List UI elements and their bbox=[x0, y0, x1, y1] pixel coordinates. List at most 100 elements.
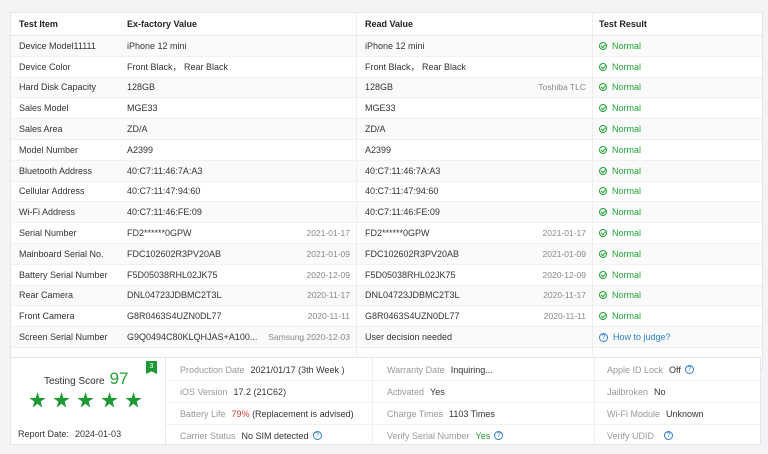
score-panel: Testing Score 97 3 Report Date: 2024-01-0… bbox=[11, 358, 166, 446]
activated-label: Activated bbox=[387, 386, 425, 397]
ex-factory-cell-text: F5D05038RHL02JK75 bbox=[127, 269, 218, 280]
check-circle-icon bbox=[599, 270, 607, 279]
table-row: Screen Serial Number G9Q0494C80KLQHJAS+A1… bbox=[11, 327, 762, 348]
ex-factory-cell-text: iPhone 12 mini bbox=[127, 40, 187, 51]
table-header: Test Item Ex-factory Value Read Value Te… bbox=[11, 13, 762, 36]
read-value-sub: 2021-01-09 bbox=[542, 248, 586, 259]
result-normal: Normal bbox=[599, 207, 641, 217]
read-value-cell-text: FDC102602R3PV20AB bbox=[365, 248, 460, 259]
test-item-cell: Front Camera bbox=[11, 306, 119, 326]
ex-factory-cell-text: G9Q0494C80KLQHJAS+A100... bbox=[127, 332, 258, 343]
test-item-cell-text: Front Camera bbox=[19, 311, 75, 322]
ex-factory-sub: 2020-11-17 bbox=[307, 290, 350, 301]
read-value-cell: FDC102602R3PV20AB 2021-01-09 bbox=[356, 243, 592, 264]
table-row: Serial Number FD2******0GPW 2021-01-17 FD2*… bbox=[11, 223, 762, 244]
table-row: Device Color Front Black， Rear Black Front… bbox=[11, 56, 762, 78]
table-row: Mainboard Serial No. FDC102602R3PV20AB 202… bbox=[11, 243, 762, 265]
jailbroken: Jailbroken No bbox=[607, 381, 666, 402]
ex-factory-cell-text: FD2******0GPW bbox=[127, 228, 192, 239]
result-text: Normal bbox=[612, 290, 642, 301]
header-ex-factory-value: Ex-factory Value bbox=[127, 19, 198, 29]
ex-factory-cell: F5D05038RHL02JK75 2020-12-09 bbox=[119, 265, 356, 285]
test-result-cell: Normal bbox=[592, 306, 762, 327]
test-result-cell[interactable]: ? How to judge? bbox=[592, 327, 762, 347]
ex-factory-cell: ZD/A bbox=[119, 119, 356, 139]
check-circle-icon bbox=[599, 312, 607, 321]
how-to-judge-link[interactable]: ? How to judge? bbox=[599, 332, 671, 342]
ex-factory-cell: MGE33 bbox=[119, 98, 356, 118]
result-normal: Normal bbox=[599, 145, 641, 155]
result-text: Normal bbox=[612, 269, 642, 280]
carrier-status-label: Carrier Status bbox=[180, 430, 236, 441]
test-item-cell-text: Rear Camera bbox=[19, 290, 74, 301]
verify-serial-help-icon[interactable]: ? bbox=[494, 431, 504, 440]
table-row: Device Model11111 iPhone 12 mini iPhone 12… bbox=[11, 36, 762, 57]
test-item-cell-text: Device Model11111 bbox=[19, 40, 96, 51]
activated-value: Yes bbox=[430, 386, 445, 397]
read-value-cell: User decision needed bbox=[356, 327, 592, 347]
test-item-cell-text: Cellular Address bbox=[19, 186, 85, 197]
read-value-cell: 40:C7:11:46:FE:09 bbox=[356, 202, 592, 223]
battery-life-label: Battery Life bbox=[180, 408, 226, 419]
check-circle-icon bbox=[599, 229, 607, 238]
read-value-cell-text: DNL04723JDBMC2T3L bbox=[365, 290, 460, 301]
production-date-label: Production Date bbox=[180, 364, 245, 375]
star-icon bbox=[101, 392, 118, 408]
ex-factory-cell: G9Q0494C80KLQHJAS+A100... Samsung 2020-12… bbox=[119, 327, 356, 347]
table-row: Front Camera G8R0463S4UZN0DL77 2020-11-11 G… bbox=[11, 306, 762, 328]
jailbroken-label: Jailbroken bbox=[607, 386, 649, 397]
read-value-cell-text: iPhone 12 mini bbox=[365, 40, 425, 51]
result-normal: Normal bbox=[599, 62, 641, 72]
star-icon bbox=[29, 392, 46, 408]
ex-factory-cell: 40:C7:11:46:FE:09 bbox=[119, 202, 356, 222]
carrier-status-value: No SIM detected bbox=[241, 430, 309, 441]
table-row: Bluetooth Address 40:C7:11:46:7A:A3 40:C7:… bbox=[11, 160, 762, 182]
result-normal: Normal bbox=[599, 311, 641, 321]
device-test-table: Test Item Ex-factory Value Read Value Te… bbox=[10, 12, 763, 370]
star-icon bbox=[53, 392, 70, 408]
check-circle-icon bbox=[599, 83, 607, 92]
battery-life-percent: 79% bbox=[231, 408, 250, 419]
ex-factory-sub: Samsung 2020-12-03 bbox=[268, 332, 350, 343]
carrier-help-icon[interactable]: ? bbox=[312, 431, 322, 440]
result-normal: Normal bbox=[599, 270, 641, 280]
check-circle-icon bbox=[599, 249, 607, 258]
jailbroken-value: No bbox=[654, 386, 666, 397]
result-normal: Normal bbox=[599, 186, 641, 196]
test-result-cell: Normal bbox=[592, 77, 762, 98]
ex-factory-cell-text: 128GB bbox=[127, 82, 156, 93]
ex-factory-sub: 2021-01-17 bbox=[306, 228, 350, 239]
result-text: Normal bbox=[612, 82, 642, 93]
ex-factory-cell-text: FDC102602R3PV20AB bbox=[127, 248, 222, 259]
test-item-cell-text: Battery Serial Number bbox=[19, 269, 108, 280]
ex-factory-cell: G8R0463S4UZN0DL77 2020-11-11 bbox=[119, 306, 356, 326]
table-row: Cellular Address 40:C7:11:47:94:60 40:C7:1… bbox=[11, 181, 762, 203]
ex-factory-cell: A2399 bbox=[119, 140, 356, 160]
result-text: Normal bbox=[612, 186, 642, 197]
carrier-status: Carrier Status No SIM detected ? bbox=[180, 425, 322, 446]
test-result-cell: Normal bbox=[592, 223, 762, 243]
result-text: Normal bbox=[612, 61, 642, 72]
test-item-cell-text: Hard Disk Capacity bbox=[19, 82, 97, 93]
result-text: Normal bbox=[612, 124, 642, 135]
wifi-module: Wi-Fi Module Unknown bbox=[607, 403, 704, 424]
header-test-item: Test Item bbox=[19, 19, 58, 29]
verify-udid: Verify UDID ? bbox=[607, 425, 674, 446]
test-item-cell: Bluetooth Address bbox=[11, 161, 119, 181]
apple-id-help-icon[interactable]: ? bbox=[684, 365, 694, 374]
ex-factory-sub: 2020-11-11 bbox=[307, 311, 350, 322]
verify-udid-help-icon[interactable]: ? bbox=[664, 431, 674, 440]
report-date-label: Report Date: bbox=[18, 429, 70, 439]
check-circle-icon bbox=[599, 291, 607, 300]
ex-factory-cell-text: G8R0463S4UZN0DL77 bbox=[127, 311, 222, 322]
read-value-cell-text: FD2******0GPW bbox=[365, 228, 430, 239]
test-item-cell-text: Bluetooth Address bbox=[19, 165, 93, 176]
ex-factory-cell-text: 40:C7:11:46:7A:A3 bbox=[127, 165, 203, 176]
warranty-date: Warranty Date Inquiring... bbox=[387, 359, 493, 380]
activated: Activated Yes bbox=[387, 381, 445, 402]
test-result-cell: Normal bbox=[592, 243, 762, 264]
read-value-cell: 40:C7:11:47:94:60 bbox=[356, 181, 592, 202]
result-normal: Normal bbox=[599, 82, 641, 92]
result-normal: Normal bbox=[599, 290, 641, 300]
test-result-cell: Normal bbox=[592, 98, 762, 119]
